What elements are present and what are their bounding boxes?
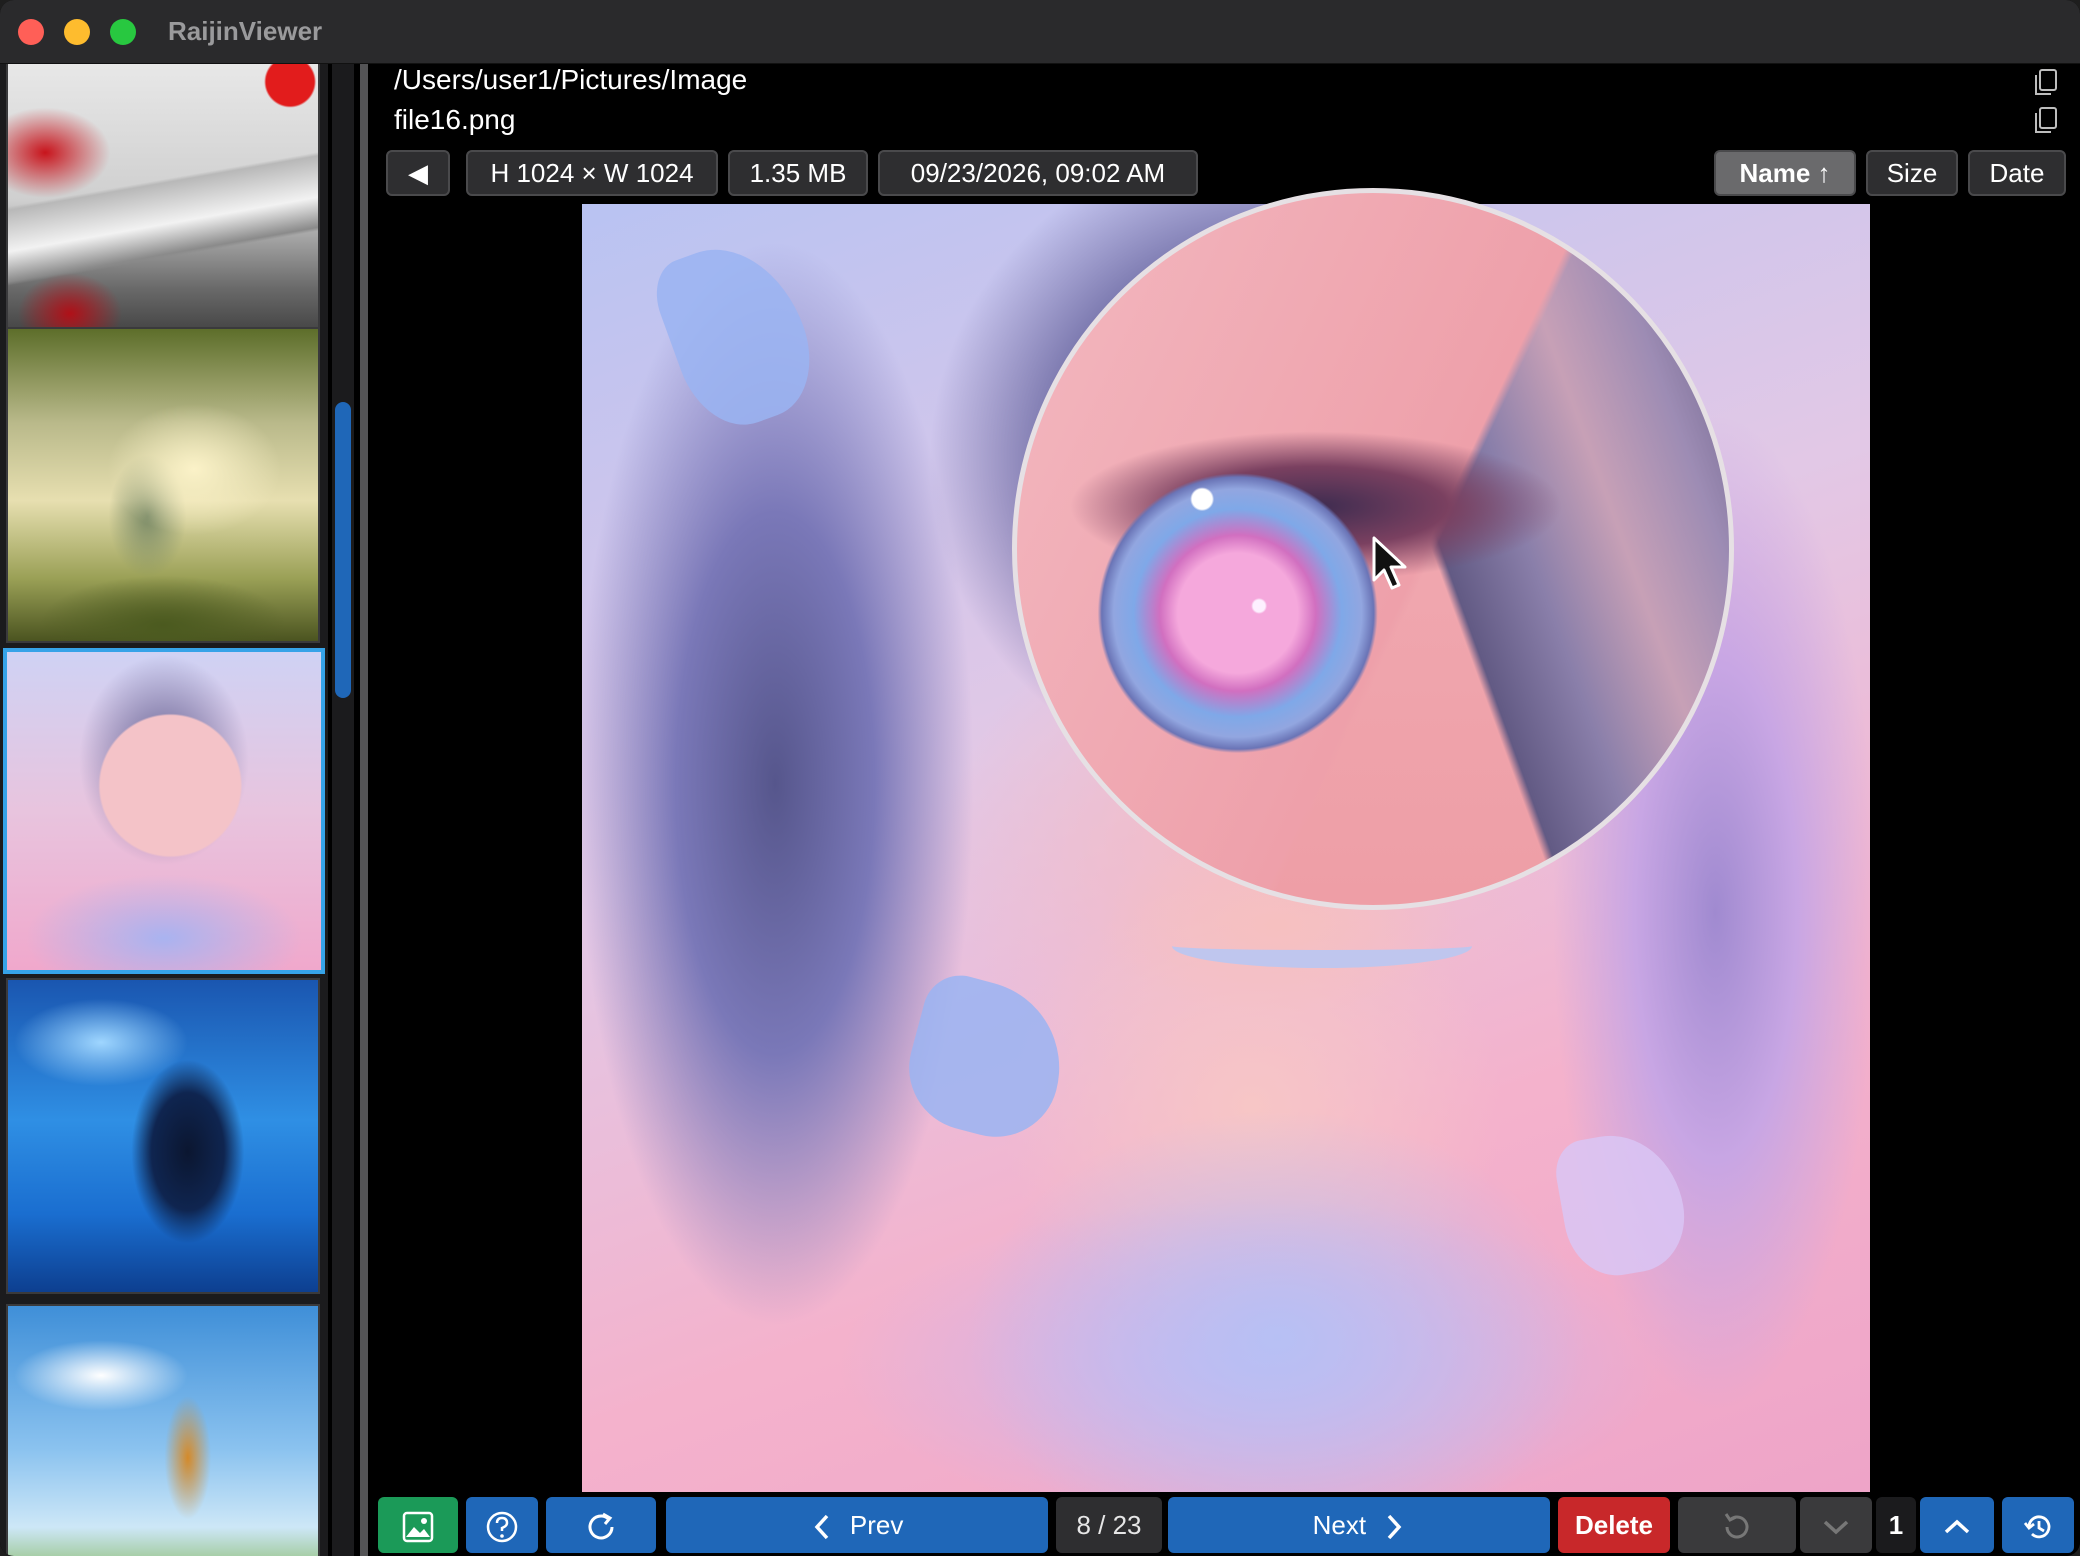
mouse-cursor-icon [1370,536,1410,596]
file-size: 1.35 MB [728,150,868,196]
image-counter: 8 / 23 [1056,1497,1162,1553]
app-window: RaijinViewer /Users/user1/Pictures/Image… [0,0,2080,1556]
prev-label: Prev [849,1510,904,1540]
page-up-button[interactable] [1920,1497,1994,1553]
history-button[interactable] [2002,1497,2074,1553]
history-icon [2023,1515,2051,1539]
title-bar: RaijinViewer [0,0,2080,64]
thumb-girl-ribbons[interactable] [3,648,325,974]
ribbon-neck [895,967,1079,1151]
thumb-girl-meadow[interactable] [6,327,320,643]
help-button[interactable] [466,1497,538,1553]
sidebar-scroll-track[interactable] [332,64,354,1556]
panel-divider[interactable] [360,64,368,1556]
copy-path-icon[interactable] [2030,66,2062,98]
thumbnail-sidebar[interactable] [0,64,328,1556]
thumb-girl-flower-field[interactable] [6,1304,320,1556]
chevron-up-icon [1944,1519,1970,1534]
copy-filename-icon[interactable] [2030,104,2062,136]
question-circle-icon [486,1511,518,1543]
ribbon-left [645,227,829,441]
minimize-window-button[interactable] [64,19,90,45]
image-dimensions: H 1024 × W 1024 [466,150,718,196]
sort-name-button[interactable]: Name ↑ [1714,150,1856,196]
sidebar-scrollbar[interactable] [335,402,351,698]
delete-button[interactable]: Delete [1558,1497,1670,1553]
prev-button[interactable]: Prev [666,1497,1048,1553]
sort-size-button[interactable]: Size [1866,150,1958,196]
undo-button[interactable] [1678,1497,1796,1553]
file-name: file16.png [394,104,516,135]
refresh-icon [588,1512,614,1540]
app-title: RaijinViewer [168,16,323,46]
chevron-left-icon [814,1514,828,1540]
next-label: Next [1312,1510,1367,1540]
page-down-button[interactable] [1800,1497,1872,1553]
next-button[interactable]: Next [1168,1497,1550,1553]
sort-date-button[interactable]: Date [1968,150,2066,196]
back-button[interactable]: ◀ [386,150,450,196]
gallery-button[interactable] [378,1497,458,1553]
reload-button[interactable] [546,1497,656,1553]
file-date: 09/23/2026, 09:02 AM [878,150,1198,196]
page-number: 1 [1876,1497,1916,1553]
chevron-right-icon [1388,1514,1402,1540]
undo-icon [1724,1513,1749,1539]
close-window-button[interactable] [18,19,44,45]
choker [1172,924,1472,968]
maximize-window-button[interactable] [110,19,136,45]
chevron-down-icon [1823,1520,1849,1535]
image-icon [402,1511,434,1543]
thumb-girl-blue-sky[interactable] [6,978,320,1294]
file-path: /Users/user1/Pictures/Image [394,64,748,95]
ribbon-right [1550,1124,1694,1284]
triangle-left-icon: ◀ [408,158,428,188]
